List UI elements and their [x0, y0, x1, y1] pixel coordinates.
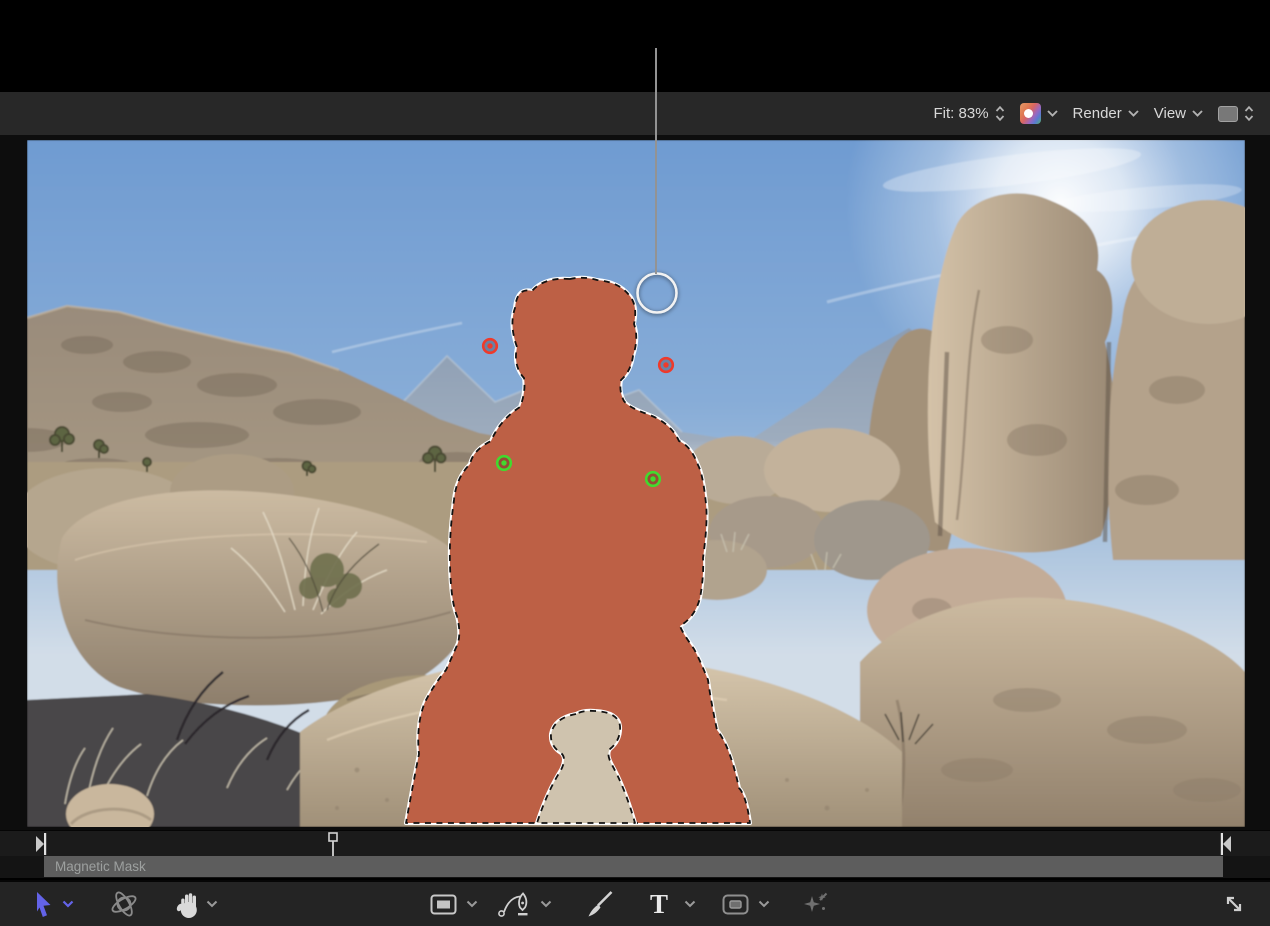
- window-chrome-area: [0, 0, 1270, 92]
- expand-view-button[interactable]: [1220, 882, 1248, 926]
- chevron-down-icon: [1047, 110, 1058, 117]
- render-menu-label[interactable]: Render: [1073, 105, 1122, 122]
- paint-stroke-tool[interactable]: [585, 882, 614, 926]
- canvas-layout-icon[interactable]: [1218, 106, 1238, 122]
- magic-wand-icon: [802, 890, 830, 918]
- mask-point-dot: [663, 362, 668, 367]
- rectangle-tool-icon: [430, 894, 457, 915]
- text-tool[interactable]: T: [650, 882, 668, 926]
- mask-shape-icon: [722, 894, 749, 915]
- mask-point-dot: [501, 460, 506, 465]
- chevron-down-icon: [684, 900, 696, 908]
- render-menu[interactable]: Render: [1073, 105, 1139, 122]
- view-menu[interactable]: View: [1154, 105, 1203, 122]
- chevron-down-icon: [1128, 110, 1139, 117]
- color-well-dot: [1024, 109, 1033, 118]
- pan-tool[interactable]: [175, 882, 201, 926]
- color-channel-icon[interactable]: [1020, 103, 1041, 124]
- chevron-down-icon: [206, 900, 218, 908]
- mask-point-dot: [650, 476, 655, 481]
- orbit-3d-icon: [108, 888, 140, 920]
- motion-canvas-window: Fit: 83% Render View: [0, 0, 1270, 926]
- chevron-down-icon: [540, 900, 552, 908]
- orbit-3d-tool[interactable]: [108, 882, 140, 926]
- rectangle-tool-menu[interactable]: [466, 882, 478, 926]
- chevron-down-icon: [62, 900, 74, 908]
- select-tool-menu[interactable]: [62, 882, 74, 926]
- expand-arrows-icon: [1220, 890, 1248, 918]
- hand-icon: [175, 890, 201, 919]
- playhead[interactable]: [327, 832, 339, 857]
- chevron-down-icon: [1192, 110, 1203, 117]
- pan-tool-menu[interactable]: [206, 882, 218, 926]
- canvas-background: [0, 135, 1270, 830]
- bezier-pen-tool-menu[interactable]: [540, 882, 552, 926]
- zoom-level-value[interactable]: Fit: 83%: [934, 105, 989, 122]
- callout-line: [655, 48, 657, 274]
- select-tool[interactable]: [32, 882, 54, 926]
- timeline-ruler[interactable]: [0, 830, 1270, 856]
- play-range-in-marker[interactable]: [36, 833, 48, 855]
- magnetic-mask-clip-bar[interactable]: Magnetic Mask: [44, 856, 1223, 877]
- bezier-pen-tool[interactable]: [498, 882, 532, 926]
- tools-toolbar: T: [0, 880, 1270, 926]
- stepper-icon[interactable]: [995, 105, 1005, 122]
- timing-display-row: Magnetic Mask: [0, 856, 1270, 878]
- view-menu-label[interactable]: View: [1154, 105, 1186, 122]
- magic-wand-tool[interactable]: [802, 882, 830, 926]
- clip-label: Magnetic Mask: [44, 856, 1223, 877]
- select-arrow-icon: [32, 890, 54, 919]
- bezier-pen-icon: [498, 891, 532, 918]
- mask-shape-tool[interactable]: [722, 882, 749, 926]
- chevron-down-icon: [466, 900, 478, 908]
- stepper-icon[interactable]: [1244, 105, 1254, 122]
- text-tool-menu[interactable]: [684, 882, 696, 926]
- paint-brush-icon: [585, 890, 614, 919]
- layout-selector[interactable]: [1218, 105, 1254, 122]
- channel-display-menu[interactable]: [1020, 103, 1058, 124]
- chevron-down-icon: [758, 900, 770, 908]
- mask-point-dot: [487, 343, 492, 348]
- rectangle-tool[interactable]: [430, 882, 457, 926]
- play-range-out-marker[interactable]: [1219, 833, 1231, 855]
- canvas-viewport[interactable]: [27, 140, 1245, 827]
- zoom-level-control[interactable]: Fit: 83%: [934, 105, 1005, 122]
- text-tool-icon: T: [650, 882, 668, 926]
- canvas-toolbar: Fit: 83% Render View: [0, 92, 1270, 135]
- mask-shape-tool-menu[interactable]: [758, 882, 770, 926]
